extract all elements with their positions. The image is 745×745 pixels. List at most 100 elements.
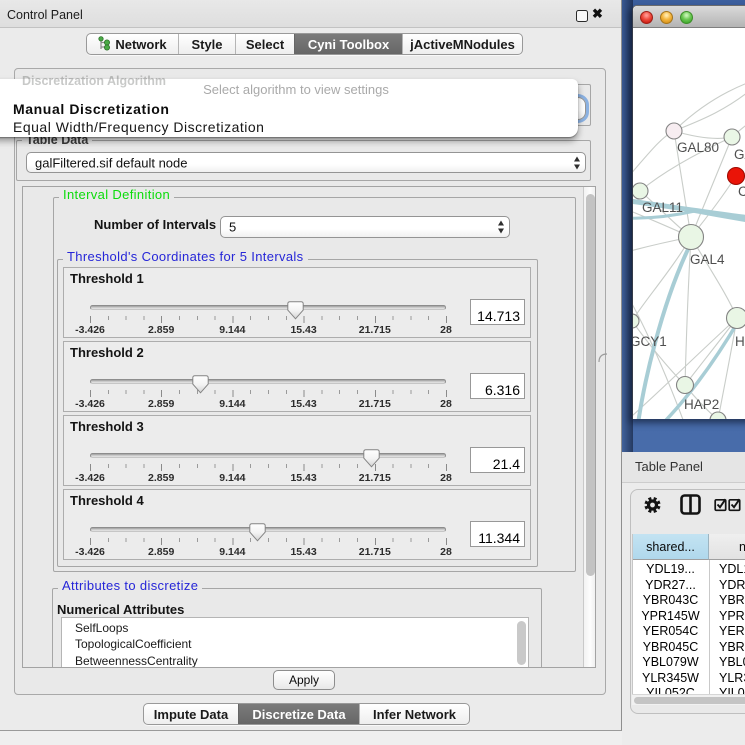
network-node[interactable] [679,225,704,250]
slider-tick-labels: -3.4262.8599.14415.4321.71528 [90,398,446,408]
bottom-tab-infer-network[interactable]: Infer Network [359,704,469,724]
network-graph: GAL80GAL2CYC8GAL11GAL4GCY1HIS4HAP2 [633,28,745,419]
table-row[interactable]: YBR043CYBR0 [633,593,745,609]
settings-vertical-scrollbar[interactable] [583,187,595,667]
dropdown-item-equal-width-frequency[interactable]: Equal Width/Frequency Discretization [13,119,599,135]
tab-network[interactable]: Network [87,34,178,54]
threshold-value-field[interactable]: 11.344 [470,521,525,547]
table-row[interactable]: YBL079WYBL0 [633,655,745,671]
threshold-slider[interactable]: -3.4262.8599.14415.4321.71528 [90,342,446,413]
tab-jactivemnodules[interactable]: jActiveMNodules [402,34,522,54]
threshold-value-field[interactable]: 14.713 [470,299,525,325]
table-panel-dock: Table Panel shared... name YDL19... [622,452,745,745]
apply-button[interactable]: Apply [273,670,335,690]
table-row[interactable]: YDR27...YDR2 [633,578,745,594]
column-header-name[interactable]: name [709,534,745,560]
tab-select[interactable]: Select [235,34,294,54]
slider-track[interactable] [90,527,446,532]
slider-tick-labels: -3.4262.8599.14415.4321.71528 [90,472,446,482]
zoom-traffic-light-icon[interactable] [680,11,693,24]
tick-label: 28 [440,546,452,558]
network-node[interactable] [677,377,694,394]
dropdown-item-placeholder[interactable]: Select algorithm to view settings [3,82,589,97]
attribute-item[interactable]: BetweennessCentrality [62,653,528,667]
table-row[interactable]: YIL052C YIL0 [633,686,745,694]
table-panel-title: Table Panel [635,459,703,474]
threshold-slider[interactable]: -3.4262.8599.14415.4321.71528 [90,416,446,487]
threshold-slider[interactable]: -3.4262.8599.14415.4321.71528 [90,490,446,561]
table-horizontal-scrollbar[interactable] [632,694,745,705]
network-view-window[interactable]: GAL80GAL2CYC8GAL11GAL4GCY1HIS4HAP2 [632,5,745,419]
network-node[interactable] [727,308,745,329]
table-row[interactable]: YBR045CYBR0 [633,640,745,656]
attributes-list-scrollbar[interactable] [517,621,526,665]
table-row[interactable]: YDL19...YDL1 [633,562,745,578]
apply-row: Apply [15,669,605,694]
minimize-traffic-light-icon[interactable] [660,11,673,24]
cell-name: YIL0 [719,686,745,694]
tick-label: -3.426 [75,398,105,410]
cell-name: YPR1 [719,609,745,625]
tick-label: 21.715 [359,472,391,484]
cell-shared-name: YIL052C [633,686,708,694]
slider-track[interactable] [90,379,446,384]
network-node[interactable] [724,129,740,145]
threshold-value-field[interactable]: 21.4 [470,447,525,473]
table-row[interactable]: YER054CYER0 [633,624,745,640]
cell-name: YLR3 [719,671,745,687]
cell-name: YDL1 [719,562,745,578]
table-data-combo[interactable]: galFiltered.sif default node [26,152,586,173]
cell-shared-name: YDR27... [633,578,708,594]
network-window-titlebar[interactable] [633,6,745,28]
gear-icon[interactable] [643,494,665,516]
cursor-mark [598,352,610,364]
thresholds-group-title: Threshold's Coordinates for 5 Intervals [63,249,308,264]
slider-thumb[interactable] [249,523,266,543]
slider-ticks [90,316,448,323]
network-node[interactable] [666,123,682,139]
float-window-icon[interactable] [576,10,588,22]
attribute-item[interactable]: SelfLoops [62,620,528,636]
network-canvas[interactable]: GAL80GAL2CYC8GAL11GAL4GCY1HIS4HAP2 [633,28,745,419]
checkbox-checked-icon[interactable] [728,497,743,512]
node-table-card: shared... name YDL19...YDL1YDR27...YDR2Y… [630,489,745,714]
network-node[interactable] [728,168,745,185]
slider-track[interactable] [90,453,446,458]
tab-style[interactable]: Style [178,34,235,54]
slider-thumb[interactable] [192,375,209,395]
table-scrollbar-thumb[interactable] [634,697,745,705]
checkbox-checked-icon[interactable] [714,497,729,512]
network-node[interactable] [710,412,726,419]
network-edge [685,318,737,385]
combo-stepper-icon [498,221,505,234]
control-panel-titlebar[interactable]: Control Panel ✖ [0,0,621,28]
close-icon[interactable]: ✖ [592,6,603,22]
cell-shared-name: YBR043C [633,593,708,609]
split-columns-icon[interactable] [679,493,703,517]
bottom-tab-discretize-data[interactable]: Discretize Data [238,704,359,724]
network-node[interactable] [633,183,648,199]
cell-name: YER0 [719,624,745,640]
number-of-intervals-combo[interactable]: 5 [220,216,510,238]
slider-thumb[interactable] [287,301,304,321]
slider-thumb[interactable] [363,449,380,469]
slider-track[interactable] [90,305,446,310]
table-row[interactable]: YPR145WYPR1 [633,609,745,625]
tick-label: 21.715 [359,546,391,558]
dropdown-item-manual-discretization[interactable]: Manual Discretization [13,101,599,117]
threshold-slider[interactable]: -3.4262.8599.14415.4321.71528 [90,268,446,339]
close-traffic-light-icon[interactable] [640,11,653,24]
threshold-value-field[interactable]: 6.316 [470,373,525,399]
settings-scrollbar-thumb[interactable] [586,194,595,576]
bottom-tab-impute-data[interactable]: Impute Data [144,704,238,724]
attribute-item[interactable]: TopologicalCoefficient [62,636,528,652]
table-row[interactable]: YLR345WYLR3 [633,671,745,687]
numerical-attributes-list[interactable]: SelfLoopsTopologicalCoefficientBetweenne… [61,617,529,667]
tab-cyni-toolbox[interactable]: Cyni Toolbox [294,34,402,54]
number-of-intervals-label: Number of Intervals [94,217,216,232]
tick-label: -3.426 [75,324,105,336]
tab-label: Select [246,37,284,52]
settings-scrollpane: Interval Definition Number of Intervals … [22,186,596,668]
column-header-shared-name[interactable]: shared... [633,534,709,560]
slider-tick-labels: -3.4262.8599.14415.4321.71528 [90,546,446,556]
